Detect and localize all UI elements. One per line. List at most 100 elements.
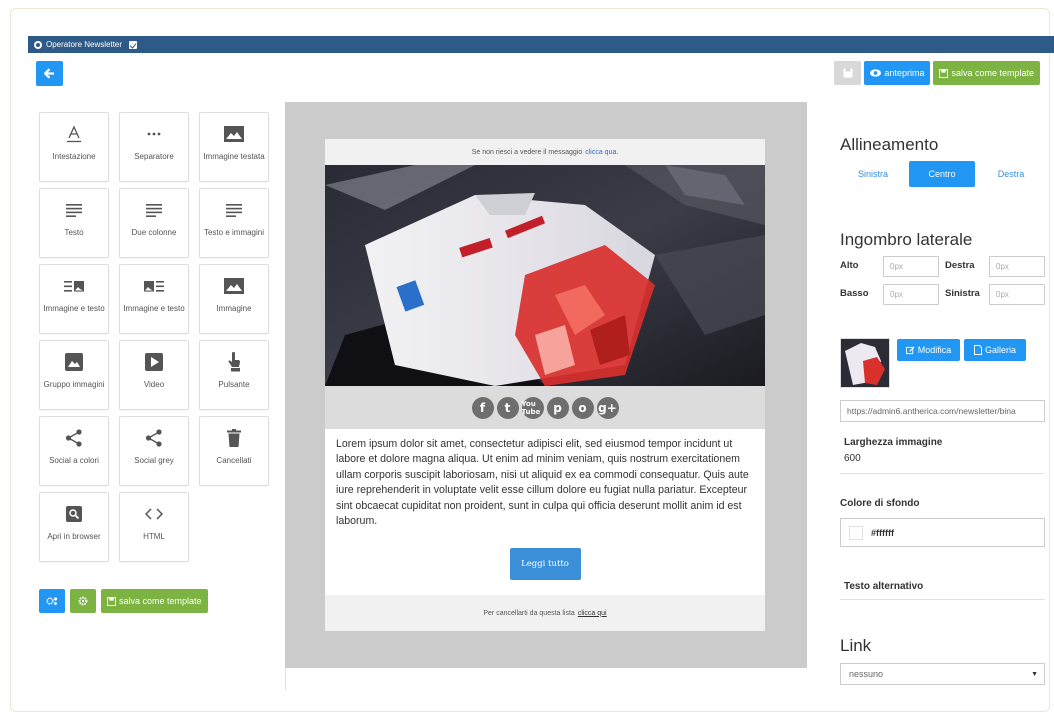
googleplus-icon[interactable]: g+ xyxy=(596,396,619,419)
gallery-button[interactable]: Galleria xyxy=(964,339,1026,361)
block-immagine[interactable]: Immagine xyxy=(199,264,269,334)
block-immagine-e-testo[interactable]: Immagine e testo xyxy=(39,264,109,334)
read-more-button[interactable]: Leggi tutto xyxy=(509,548,581,581)
bg-color-value: #ffffff xyxy=(871,527,894,538)
bg-color-label: Colore di sfondo xyxy=(840,498,920,509)
block-intestazione[interactable]: Intestazione xyxy=(39,112,109,182)
back-button[interactable] xyxy=(36,61,63,86)
preview-label: anteprima xyxy=(884,68,925,78)
pinterest-icon[interactable]: p xyxy=(546,396,569,419)
bottom-label: Basso xyxy=(840,288,869,299)
edit-label: Modifica xyxy=(917,345,952,355)
save-button[interactable] xyxy=(834,61,862,85)
block-label: Social a colori xyxy=(49,456,99,465)
search-icon xyxy=(66,506,82,522)
trash-icon xyxy=(227,429,241,447)
top-margin-input[interactable]: 0px xyxy=(883,256,939,277)
thumbnail-photo xyxy=(841,339,889,387)
bottom-margin-input[interactable]: 0px xyxy=(883,284,939,305)
block-testo[interactable]: Testo xyxy=(39,188,109,258)
top-toolbar: anteprima salva come template xyxy=(834,61,1040,85)
block-pulsante[interactable]: Pulsante xyxy=(199,340,269,410)
image-width-label: Larghezza immagine xyxy=(844,437,943,448)
block-due-colonne[interactable]: Due colonne xyxy=(119,188,189,258)
link-select-value: nessuno xyxy=(849,669,884,679)
link-select[interactable]: nessuno ▼ xyxy=(840,663,1045,685)
caret-down-icon: ▼ xyxy=(1031,670,1038,678)
block-label: Immagine e testo xyxy=(43,304,105,313)
image-url-field[interactable]: https://admin6.antherica.com/newsletter/… xyxy=(840,400,1045,422)
save-template-button[interactable]: salva come template xyxy=(933,61,1040,85)
options-button[interactable] xyxy=(70,589,96,613)
save-template-button-bottom[interactable]: salva come template xyxy=(101,589,208,613)
block-immagine-e-testo-2[interactable]: Immagine e testo xyxy=(119,264,189,334)
email-header[interactable]: Se non riesci a vedere il messaggio clic… xyxy=(325,139,765,165)
settings-button[interactable] xyxy=(39,589,65,613)
left-label: Sinistra xyxy=(945,288,980,299)
block-label: Intestazione xyxy=(52,152,96,161)
floppy-icon xyxy=(107,596,116,606)
block-separatore[interactable]: Separatore xyxy=(119,112,189,182)
preview-button[interactable]: anteprima xyxy=(864,61,931,85)
block-label: Social grey xyxy=(134,456,174,465)
align-right-button[interactable]: Destra xyxy=(978,161,1044,187)
hero-image[interactable] xyxy=(325,165,765,386)
block-immagine-testata[interactable]: Immagine testata xyxy=(199,112,269,182)
block-social-grey[interactable]: Social grey xyxy=(119,416,189,486)
gallery-icon xyxy=(65,353,83,371)
window-title: Operatore Newsletter xyxy=(46,40,123,49)
image-icon xyxy=(224,126,244,142)
top-label: Alto xyxy=(840,260,859,271)
floppy-icon xyxy=(843,68,853,78)
align-center-button[interactable]: Centro xyxy=(909,161,975,187)
block-html[interactable]: HTML xyxy=(119,492,189,562)
instagram-icon[interactable]: o xyxy=(571,396,594,419)
link-title: Link xyxy=(840,636,872,655)
image-thumbnail xyxy=(840,338,890,388)
right-margin-input[interactable]: 0px xyxy=(989,256,1045,277)
edit-image-button[interactable]: Modifica xyxy=(897,339,960,361)
file-image-icon xyxy=(973,345,982,355)
color-swatch[interactable] xyxy=(849,525,863,540)
text-icon xyxy=(66,203,82,217)
block-label: Cancellati xyxy=(216,456,252,465)
separator xyxy=(840,473,1045,474)
share-icon xyxy=(65,429,82,447)
text-image-icon xyxy=(144,280,164,292)
social-bar: f t You Tube p o g+ xyxy=(325,386,765,429)
youtube-icon[interactable]: You Tube xyxy=(521,396,544,419)
margin-title: Ingombro laterale xyxy=(840,230,973,249)
alt-text-label: Testo alternativo xyxy=(844,581,924,592)
user-icon xyxy=(34,40,42,49)
pointer-icon xyxy=(228,352,240,372)
save-template-label: salva come template xyxy=(951,68,1034,78)
divider xyxy=(285,668,286,690)
block-social-colori[interactable]: Social a colori xyxy=(39,416,109,486)
left-margin-input[interactable]: 0px xyxy=(989,284,1045,305)
floppy-icon xyxy=(939,68,949,78)
unsubscribe-link[interactable]: clicca qui xyxy=(578,610,607,617)
block-label: Due colonne xyxy=(131,228,177,237)
block-cancellati[interactable]: Cancellati xyxy=(199,416,269,486)
gears-icon xyxy=(46,597,58,605)
separator xyxy=(840,599,1045,600)
block-testo-immagini[interactable]: Testo e immagini xyxy=(199,188,269,258)
email-body-text[interactable]: Lorem ipsum dolor sit amet, consectetur … xyxy=(325,429,765,529)
email-footer[interactable]: Per cancellarti da questa lista clicca q… xyxy=(325,595,765,631)
bg-color-field[interactable]: #ffffff xyxy=(840,518,1045,547)
facebook-icon[interactable]: f xyxy=(471,396,494,419)
block-label: Pulsante xyxy=(218,380,250,389)
block-video[interactable]: Video xyxy=(119,340,189,410)
alignment-group: Sinistra Centro Destra xyxy=(840,161,1044,187)
image-width-value: 600 xyxy=(844,453,861,464)
gear-icon xyxy=(78,596,88,606)
block-apri-browser[interactable]: Apri in browser xyxy=(39,492,109,562)
share-icon xyxy=(145,429,162,447)
block-gruppo-immagini[interactable]: Gruppo immagini xyxy=(39,340,109,410)
text-icon xyxy=(226,203,242,217)
email-header-text: Se non riesci a vedere il messaggio xyxy=(471,148,583,156)
twitter-icon[interactable]: t xyxy=(496,396,519,419)
checkbox-icon[interactable] xyxy=(129,40,138,49)
email-header-link[interactable]: clicca qua. xyxy=(585,149,618,156)
align-left-button[interactable]: Sinistra xyxy=(840,161,906,187)
